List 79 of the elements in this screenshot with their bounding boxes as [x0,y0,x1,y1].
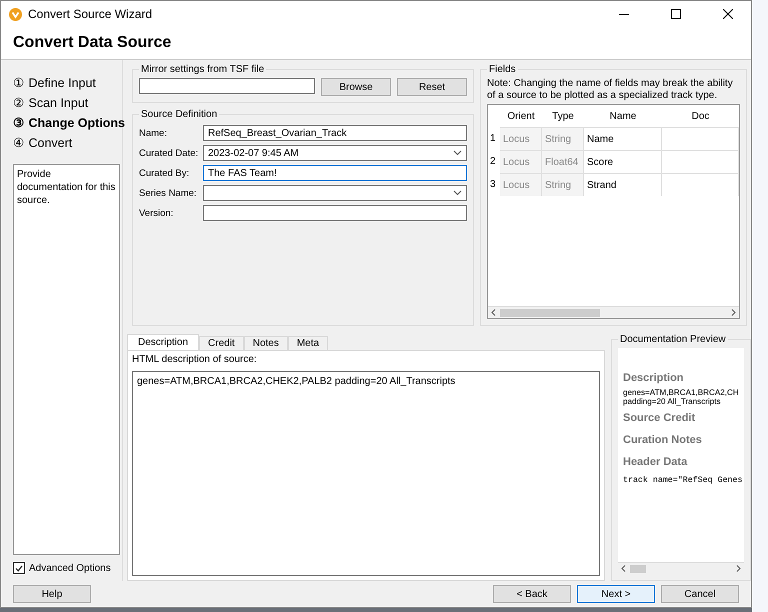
chevron-down-icon [453,150,462,156]
scroll-thumb[interactable] [630,564,646,572]
group-title: Source Definition [140,109,218,120]
checkmark-icon [15,564,23,572]
column-header: Name [608,110,638,124]
tab[interactable]: Description [127,334,200,350]
table-cell[interactable] [662,150,739,173]
field-label: Curated By: [139,168,190,178]
table-cell: Locus [500,127,542,150]
preview-text: padding=20 All_Transcripts [623,397,722,406]
text-field[interactable]: RefSeq_Breast_Ovarian_Track [203,125,467,141]
window-title: Convert Source Wizard [28,7,154,21]
column-header: Type [551,110,575,124]
wizard-heading: Convert Data Source [13,34,172,52]
description-label: HTML description of source: [132,354,258,365]
dropdown-field[interactable] [203,185,467,201]
table-cell[interactable]: Strand [584,173,662,196]
tab[interactable]: Meta [288,336,328,350]
table-cell[interactable]: Score [584,150,662,173]
table-cell: String [542,173,584,196]
preview-heading: Description [623,372,685,384]
text-field[interactable]: The FAS Team! [203,165,467,181]
checkbox[interactable] [13,562,25,574]
wizard-button[interactable]: Cancel [661,585,739,603]
table-cell[interactable] [662,173,739,196]
table-cell: Float64 [542,150,584,173]
preview-heading: Header Data [623,456,688,468]
field-value: RefSeq_Breast_Ovarian_Track [208,128,347,138]
mirror-button[interactable]: Browse [321,78,391,96]
preview-text: genes=ATM,BRCA1,BRCA2,CH [623,388,740,397]
scroll-left-icon[interactable] [621,565,626,572]
field-value: The FAS Team! [208,168,277,178]
tab[interactable]: Credit [199,336,244,350]
mirror-button[interactable]: Reset [397,78,467,96]
text-field[interactable] [203,205,467,221]
group-title: Documentation Preview [619,334,727,345]
row-number: 1 [489,132,497,146]
chevron-down-icon [453,190,462,196]
row-number: 2 [489,154,497,168]
preview-heading: Source Credit [623,412,696,424]
preview-code: track name="RefSeq Genes [623,476,744,485]
field-value: 2023-02-07 9:45 AM [208,148,299,158]
description-field[interactable]: genes=ATM,BRCA1,BRCA2,CHEK2,PALB2 padding=20 All_Transcripts [132,371,600,576]
checkbox-label: Advanced Options [29,562,111,574]
scroll-right-icon[interactable] [736,565,741,572]
table-cell: Locus [500,150,542,173]
wizard-step: ② Scan Input [13,92,122,112]
table-cell: Locus [500,173,542,196]
close-icon[interactable] [723,9,733,19]
wizard-button[interactable]: Next > [577,585,655,603]
field-label: Name: [139,128,168,138]
app-logo-icon [9,8,22,20]
field-label: Curated Date: [139,148,200,158]
scroll-thumb[interactable] [500,308,600,316]
step-hint: Provide documentation for this source. [13,164,120,555]
scrollbar[interactable] [488,306,739,318]
tab[interactable]: Notes [244,336,288,350]
file-field[interactable] [139,78,315,94]
wizard-step: ③ Change Options [13,112,122,132]
column-header: Doc [690,110,710,124]
field-label: Version: [139,208,174,218]
table-cell: String [542,127,584,150]
table-cell[interactable] [662,127,739,150]
table-cell[interactable]: Name [584,127,662,150]
scroll-right-icon[interactable] [731,309,736,316]
maximize-icon[interactable] [671,9,681,19]
group-title: Mirror settings from TSF file [140,64,266,75]
field-label: Series Name: [139,188,198,198]
column-header: Orient [506,110,536,124]
row-number: 3 [489,178,497,192]
wizard-step: ① Define Input [13,72,122,92]
help-button[interactable]: Help [13,585,91,603]
group-title: Fields [488,64,517,75]
wizard-button[interactable]: < Back [493,585,571,603]
dropdown-field[interactable]: 2023-02-07 9:45 AM [203,145,467,161]
wizard-step: ④ Convert [13,132,122,152]
scroll-left-icon[interactable] [491,309,496,316]
preview-heading: Curation Notes [623,434,703,446]
fields-note: Note: Changing the name of fields may break the ability of a source to be plotted as a specialized track type. [487,78,734,102]
